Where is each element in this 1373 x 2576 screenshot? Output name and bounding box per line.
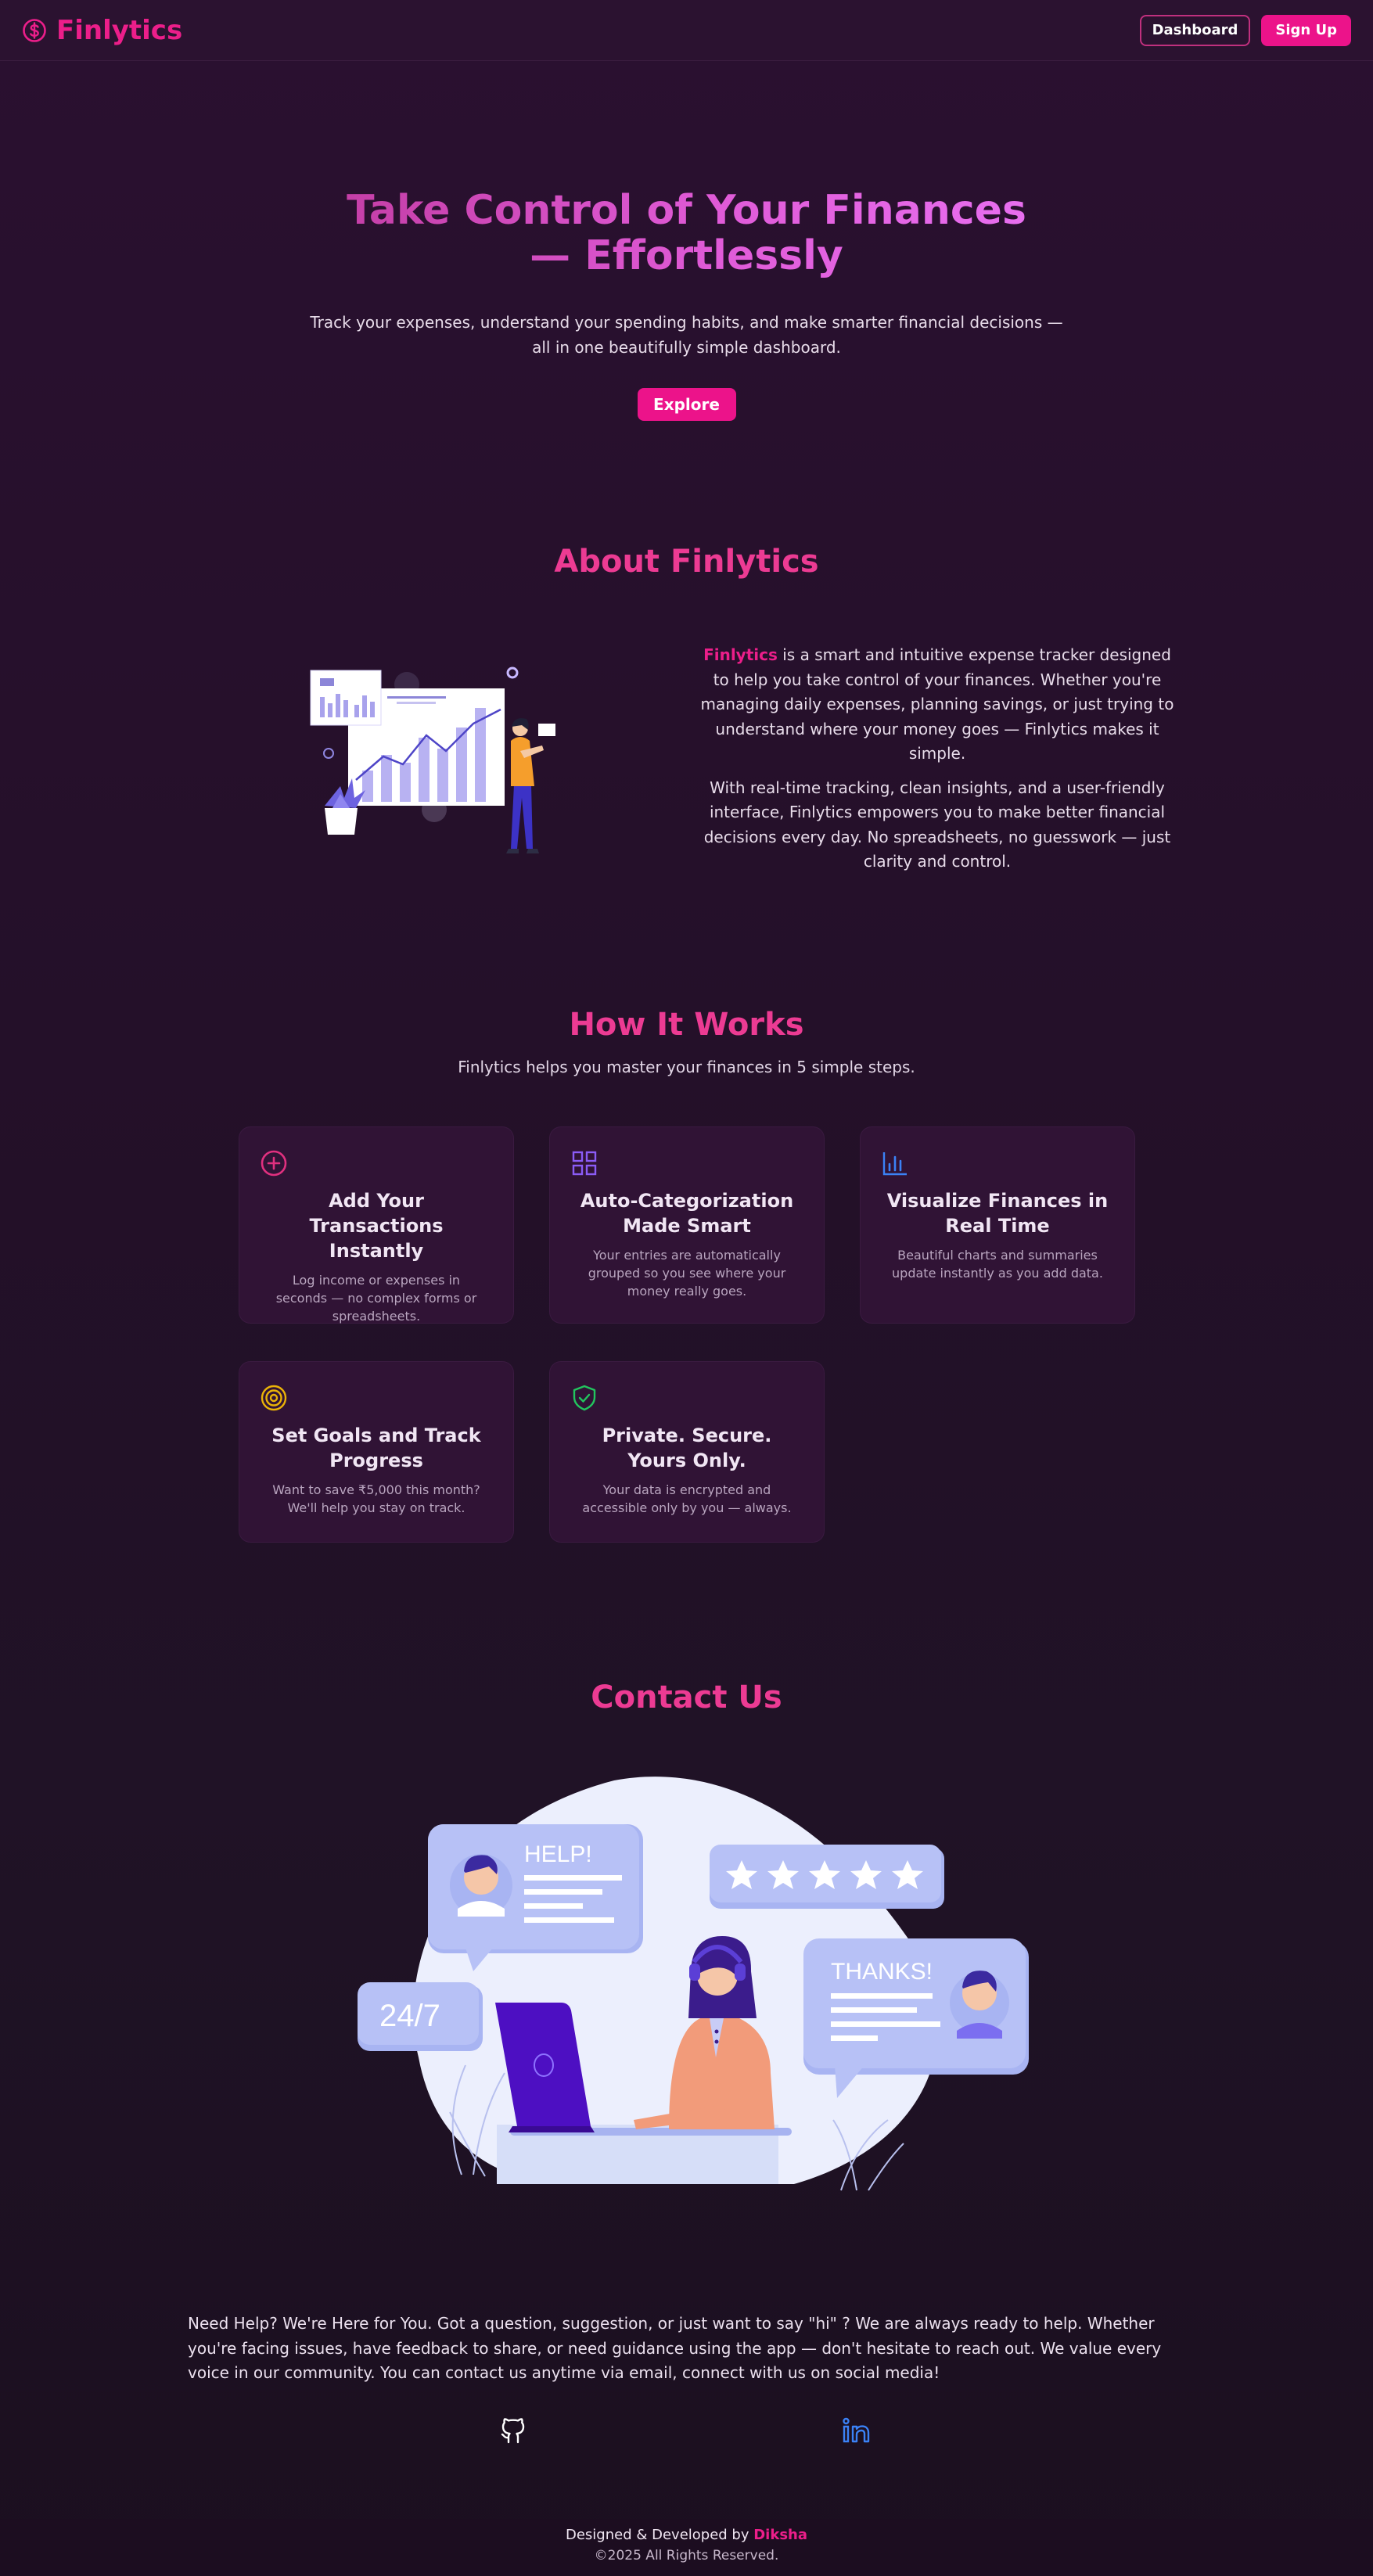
card-description: Beautiful charts and summaries update in… <box>892 1248 1103 1281</box>
about-text: Finlytics is a smart and intuitive expen… <box>695 643 1180 875</box>
card-title: Visualize Finances in Real Time <box>886 1190 1109 1237</box>
feature-card-security: Private. Secure. Yours Only. Your data i… <box>550 1362 824 1542</box>
contact-title: Contact Us <box>591 1680 782 1716</box>
footer-credit: Designed & Developed by Diksha <box>0 2527 1373 2543</box>
hero-section: Take Control of Your Finances — Effortle… <box>0 188 1373 421</box>
help-bubble-text: HELP! <box>524 1841 592 1867</box>
how-it-works-title: How It Works <box>569 1007 804 1043</box>
brand-name: Finlytics <box>56 14 183 46</box>
dashboard-button[interactable]: Dashboard <box>1139 14 1251 46</box>
nav-actions: Dashboard Sign Up <box>1139 14 1351 46</box>
feature-card-add-transactions: Add Your Transactions Instantly Log inco… <box>239 1127 513 1324</box>
about-title: About Finlytics <box>554 544 819 580</box>
brand[interactable]: Finlytics <box>22 15 182 46</box>
card-description: Want to save ₹5,000 this month? We'll he… <box>272 1482 480 1515</box>
sign-up-button[interactable]: Sign Up <box>1261 14 1351 46</box>
card-description: Log income or expenses in seconds — no c… <box>275 1273 477 1324</box>
dollar-circle-icon <box>23 18 46 42</box>
about-brand-inline: Finlytics <box>703 645 778 664</box>
analytics-illustration <box>310 666 555 853</box>
how-it-works-subtitle: Finlytics helps you master your finances… <box>458 1058 915 1076</box>
footer: Designed & Developed by Diksha ©2025 All… <box>0 2519 1373 2576</box>
linkedin-icon[interactable] <box>841 2415 872 2446</box>
bar-chart-icon <box>881 1149 909 1177</box>
footer-author-link[interactable]: Diksha <box>753 2527 807 2543</box>
support-247-text: 24/7 <box>379 1999 440 2033</box>
contact-text: Need Help? We're Here for You. Got a que… <box>188 2314 1162 2382</box>
about-paragraph-1: Finlytics is a smart and intuitive expen… <box>695 643 1180 767</box>
shield-check-icon <box>570 1384 598 1412</box>
explore-button[interactable]: Explore <box>637 388 736 421</box>
card-title: Private. Secure. Yours Only. <box>602 1425 772 1471</box>
github-icon[interactable] <box>498 2415 529 2446</box>
feature-card-visualize: Visualize Finances in Real Time Beautifu… <box>861 1127 1134 1323</box>
navbar: Finlytics Dashboard Sign Up <box>0 0 1373 61</box>
hero-title: Take Control of Your Finances — Effortle… <box>335 188 1039 278</box>
customer-support-illustration: HELP! 24/7 THANKS! <box>358 1777 1029 2191</box>
footer-copyright: ©2025 All Rights Reserved. <box>594 2548 779 2563</box>
feature-card-goals: Set Goals and Track Progress Want to sav… <box>239 1362 513 1542</box>
card-description: Your data is encrypted and accessible on… <box>582 1482 792 1515</box>
card-title: Set Goals and Track Progress <box>271 1425 481 1471</box>
about-paragraph-2: With real-time tracking, clean insights,… <box>703 778 1171 871</box>
hero-subtitle: Track your expenses, understand your spe… <box>310 313 1063 357</box>
card-title: Add Your Transactions Instantly <box>309 1190 444 1262</box>
target-icon <box>260 1384 288 1412</box>
footer-credit-prefix: Designed & Developed by <box>565 2527 754 2543</box>
plus-circle-icon <box>260 1149 288 1177</box>
grid-icon <box>570 1149 598 1177</box>
thanks-bubble-text: THANKS! <box>831 1959 933 1985</box>
card-title: Auto-Categorization Made Smart <box>580 1190 794 1237</box>
feature-card-auto-categorization: Auto-Categorization Made Smart Your entr… <box>550 1127 824 1323</box>
card-description: Your entries are automatically grouped s… <box>588 1248 786 1299</box>
